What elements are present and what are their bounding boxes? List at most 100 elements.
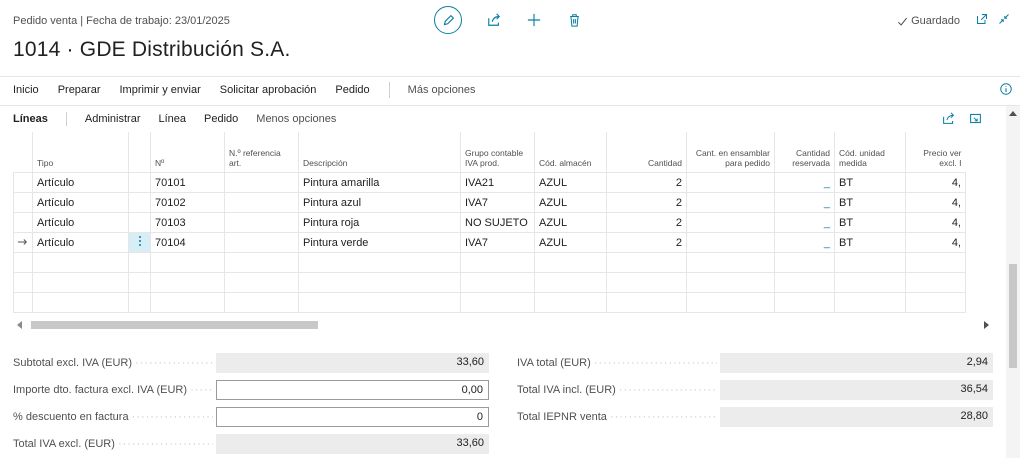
col-reservada[interactable]: Cantidad reservada — [774, 132, 835, 173]
cell-almacen[interactable]: AZUL — [534, 192, 607, 213]
cell-cantidad[interactable]: 2 — [606, 172, 687, 193]
less-options-button[interactable]: Menos opciones — [256, 113, 336, 125]
lines-action-linea[interactable]: Línea — [158, 113, 186, 125]
cell-ensamblar[interactable] — [686, 212, 775, 233]
edit-button[interactable] — [434, 6, 462, 34]
col-cantidad[interactable]: Cantidad — [606, 132, 687, 173]
cell-ensamblar[interactable] — [686, 192, 775, 213]
cell-ref[interactable] — [224, 192, 299, 213]
cell-almacen[interactable]: AZUL — [534, 232, 607, 253]
cell-iva[interactable]: IVA7 — [460, 192, 535, 213]
table-row-empty[interactable] — [13, 292, 966, 313]
cell-reservada[interactable]: _ — [774, 172, 835, 193]
col-unidad[interactable]: Cód. unidad medida — [834, 132, 906, 173]
discount-pct-input[interactable]: 0 — [216, 407, 489, 427]
col-iva[interactable]: Grupo contable IVA prod. — [460, 132, 535, 173]
cell-almacen[interactable]: AZUL — [534, 212, 607, 233]
horizontal-scrollbar[interactable] — [13, 318, 993, 332]
share-button[interactable] — [486, 12, 502, 28]
cell-no[interactable]: 70101 — [150, 172, 225, 193]
cell-ensamblar[interactable] — [686, 172, 775, 193]
table-row[interactable]: Artículo 70102 Pintura azul IVA7 AZUL 2 … — [13, 192, 966, 213]
col-precio[interactable]: Precio ver excl. I — [905, 132, 966, 173]
saved-status: Guardado — [897, 15, 960, 27]
cell-no[interactable]: 70102 — [150, 192, 225, 213]
new-button[interactable] — [526, 12, 542, 28]
cell-cantidad[interactable]: 2 — [606, 192, 687, 213]
iepnr-value: 28,80 — [720, 407, 993, 427]
table-row[interactable]: Artículo 70103 Pintura roja NO SUJETO AZ… — [13, 212, 966, 233]
cell-ref[interactable] — [224, 232, 299, 253]
more-options-button[interactable]: Más opciones — [408, 84, 476, 98]
table-row[interactable]: Artículo 70101 Pintura amarilla IVA21 AZ… — [13, 172, 966, 193]
cell-precio[interactable]: 4, — [905, 172, 966, 193]
cell-unidad[interactable]: BT — [834, 212, 906, 233]
scroll-right-icon[interactable] — [983, 321, 989, 329]
cell-iva[interactable]: IVA7 — [460, 232, 535, 253]
menu-item-imprimir[interactable]: Imprimir y enviar — [119, 84, 200, 98]
col-desc[interactable]: Descripción — [298, 132, 461, 173]
cell-precio[interactable]: 4, — [905, 232, 966, 253]
scroll-up-icon[interactable] — [1009, 110, 1017, 116]
cell-ref[interactable] — [224, 212, 299, 233]
menu-item-inicio[interactable]: Inicio — [13, 84, 39, 98]
lines-action-administrar[interactable]: Administrar — [85, 113, 141, 125]
cell-reservada[interactable]: _ — [774, 192, 835, 213]
menu-item-preparar[interactable]: Preparar — [58, 84, 101, 98]
cell-unidad[interactable]: BT — [834, 232, 906, 253]
table-row-empty[interactable] — [13, 252, 966, 273]
cell-tipo[interactable]: Artículo — [32, 232, 129, 253]
cell-iva[interactable]: NO SUJETO — [460, 212, 535, 233]
col-ref[interactable]: N.º referencia art. — [224, 132, 299, 173]
invoice-discount-input[interactable]: 0,00 — [216, 380, 489, 400]
lines-divider — [65, 112, 67, 126]
expand-icon[interactable] — [969, 112, 982, 125]
total-excl-value: 33,60 — [216, 434, 489, 454]
col-ensamblar[interactable]: Cant. en ensamblar para pedido — [686, 132, 775, 173]
cell-reservada[interactable]: _ — [774, 232, 835, 253]
table-row-selected[interactable]: Artículo 70104 Pintura verde IVA7 AZUL 2… — [13, 232, 966, 253]
cell-no[interactable]: 70104 — [150, 232, 225, 253]
collapse-icon[interactable] — [998, 13, 1010, 25]
cell-unidad[interactable]: BT — [834, 192, 906, 213]
subtotal-value: 33,60 — [216, 353, 489, 373]
lines-action-pedido[interactable]: Pedido — [204, 113, 238, 125]
cell-iva[interactable]: IVA21 — [460, 172, 535, 193]
cell-ensamblar[interactable] — [686, 232, 775, 253]
cell-desc[interactable]: Pintura verde — [298, 232, 461, 253]
horizontal-scroll-thumb[interactable] — [31, 321, 318, 329]
col-almacen[interactable]: Cód. almacén — [534, 132, 607, 173]
row-marker — [13, 212, 33, 233]
cell-precio[interactable]: 4, — [905, 192, 966, 213]
cell-desc[interactable]: Pintura azul — [298, 192, 461, 213]
info-icon[interactable] — [1000, 83, 1012, 95]
cell-almacen[interactable]: AZUL — [534, 172, 607, 193]
cell-desc[interactable]: Pintura roja — [298, 212, 461, 233]
cell-tipo[interactable]: Artículo — [32, 212, 129, 233]
open-new-window-icon[interactable] — [976, 13, 988, 25]
vertical-scrollbar[interactable] — [1006, 106, 1020, 458]
cell-no[interactable]: 70103 — [150, 212, 225, 233]
cell-desc[interactable]: Pintura amarilla — [298, 172, 461, 193]
vertical-scroll-thumb[interactable] — [1009, 264, 1017, 368]
cell-tipo[interactable]: Artículo — [32, 192, 129, 213]
scroll-left-icon[interactable] — [17, 321, 23, 329]
cell-reservada[interactable]: _ — [774, 212, 835, 233]
cell-precio[interactable]: 4, — [905, 212, 966, 233]
iepnr-label: Total IEPNR venta ······················… — [517, 411, 717, 423]
table-header: Tipo Nº N.º referencia art. Descripción … — [13, 132, 966, 173]
cell-cantidad[interactable]: 2 — [606, 232, 687, 253]
col-tipo[interactable]: Tipo — [32, 132, 129, 173]
delete-button[interactable] — [566, 12, 582, 28]
row-actions-button[interactable] — [128, 232, 151, 253]
table-row-empty[interactable] — [13, 272, 966, 293]
lines-title: Líneas — [13, 113, 48, 125]
menu-item-solicitar[interactable]: Solicitar aprobación — [220, 84, 317, 98]
col-no[interactable]: Nº — [150, 132, 225, 173]
share-icon[interactable] — [942, 112, 955, 125]
menu-item-pedido[interactable]: Pedido — [335, 84, 369, 98]
cell-unidad[interactable]: BT — [834, 172, 906, 193]
cell-cantidad[interactable]: 2 — [606, 212, 687, 233]
cell-ref[interactable] — [224, 172, 299, 193]
cell-tipo[interactable]: Artículo — [32, 172, 129, 193]
